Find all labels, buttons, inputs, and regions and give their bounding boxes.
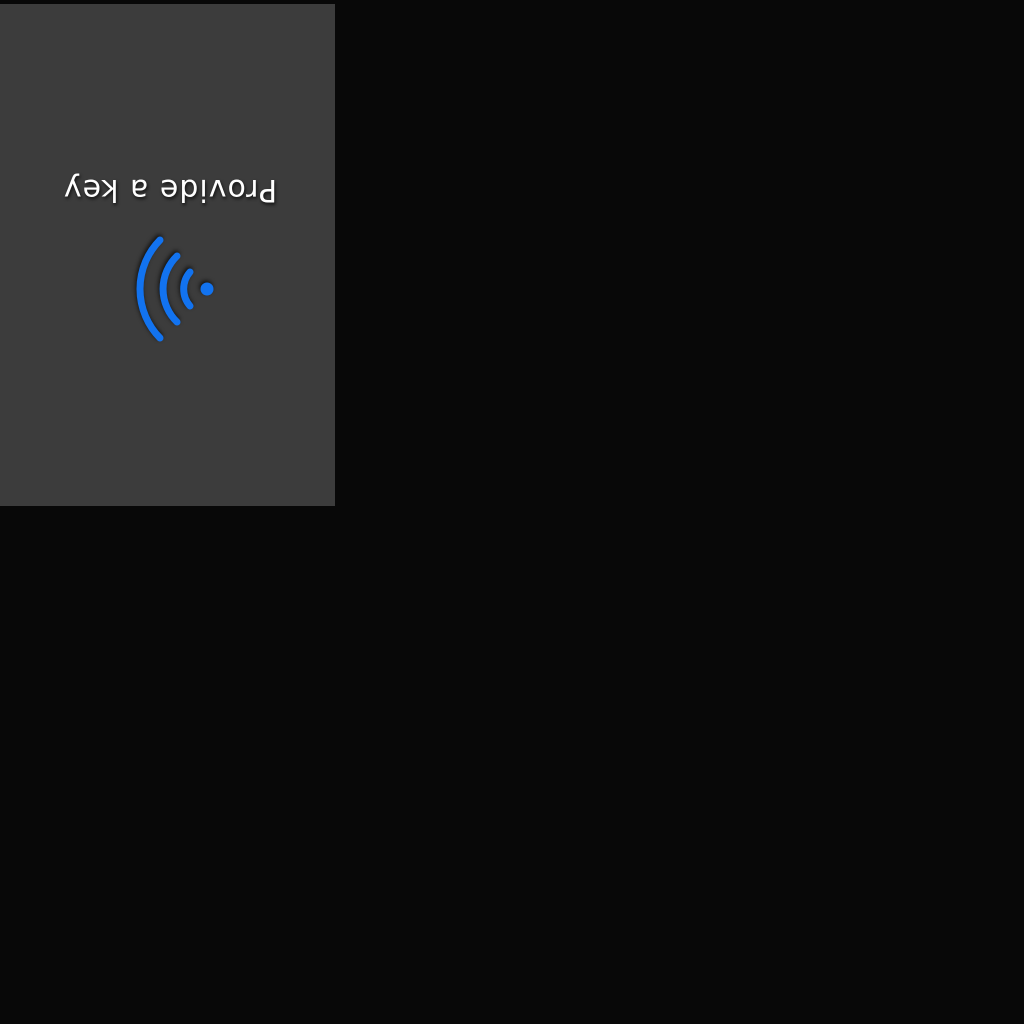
screen: Provide a key — [0, 0, 1024, 1024]
key-prompt-panel: Provide a key — [0, 4, 335, 506]
prompt-label: Provide a key — [62, 172, 278, 207]
nfc-signal-icon — [136, 236, 214, 342]
